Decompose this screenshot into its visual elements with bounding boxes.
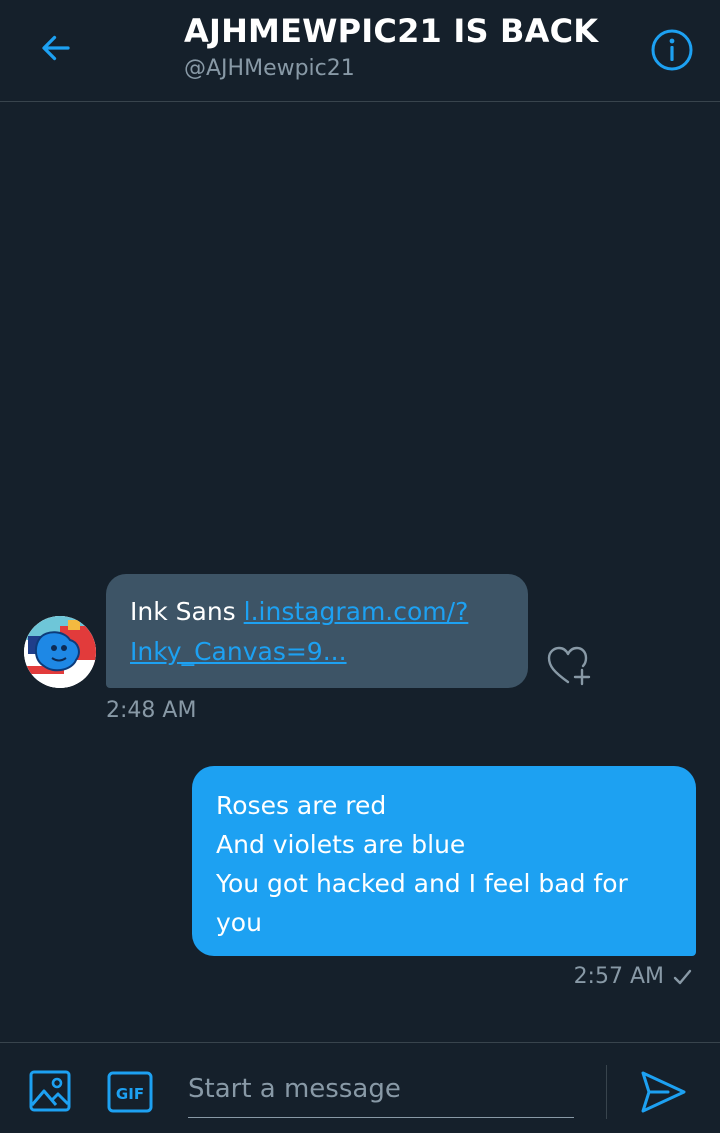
avatar-image (24, 616, 96, 688)
back-button[interactable] (32, 24, 80, 72)
like-message-button[interactable] (546, 644, 594, 688)
avatar[interactable] (24, 616, 96, 688)
heart-plus-icon (547, 646, 591, 686)
sent-message-time: 2:57 AM (573, 964, 664, 989)
sent-message-line: Roses are red (216, 791, 387, 820)
image-icon (29, 1070, 71, 1112)
info-button[interactable] (644, 22, 700, 78)
gif-button[interactable]: GIF (106, 1070, 154, 1114)
message-composer: GIF (0, 1042, 720, 1133)
gif-label: GIF (116, 1085, 144, 1103)
gif-icon: GIF (107, 1071, 153, 1113)
sent-message-line: And violets are blue (216, 830, 466, 859)
message-link[interactable]: l.instagram.com/? (244, 597, 469, 626)
composer-divider (606, 1065, 607, 1119)
sent-message-meta: 2:57 AM (560, 964, 692, 989)
conversation-header: AJHMEWPIC21 IS BACK @AJHMewpic21 (0, 0, 720, 102)
message-link-continued[interactable]: Inky_Canvas=9... (130, 637, 347, 666)
received-message-bubble[interactable]: Ink Sans l.instagram.com/? Inky_Canvas=9.… (106, 574, 528, 688)
conversation-handle[interactable]: @AJHMewpic21 (184, 56, 355, 81)
send-button[interactable] (638, 1069, 688, 1115)
sent-message-line: you (216, 908, 262, 937)
add-media-button[interactable] (28, 1069, 72, 1113)
conversation-title[interactable]: AJHMEWPIC21 IS BACK (184, 12, 598, 50)
received-message-text: Ink Sans (130, 597, 244, 626)
checkmark-icon (673, 969, 692, 984)
arrow-left-icon (42, 35, 70, 61)
sent-message-line: You got hacked and I feel bad for (216, 869, 628, 898)
send-icon (641, 1071, 686, 1113)
message-input[interactable] (188, 1061, 574, 1118)
info-icon (651, 29, 693, 71)
received-message-time: 2:48 AM (106, 698, 197, 723)
sent-message-bubble[interactable]: Roses are red And violets are blue You g… (192, 766, 696, 956)
